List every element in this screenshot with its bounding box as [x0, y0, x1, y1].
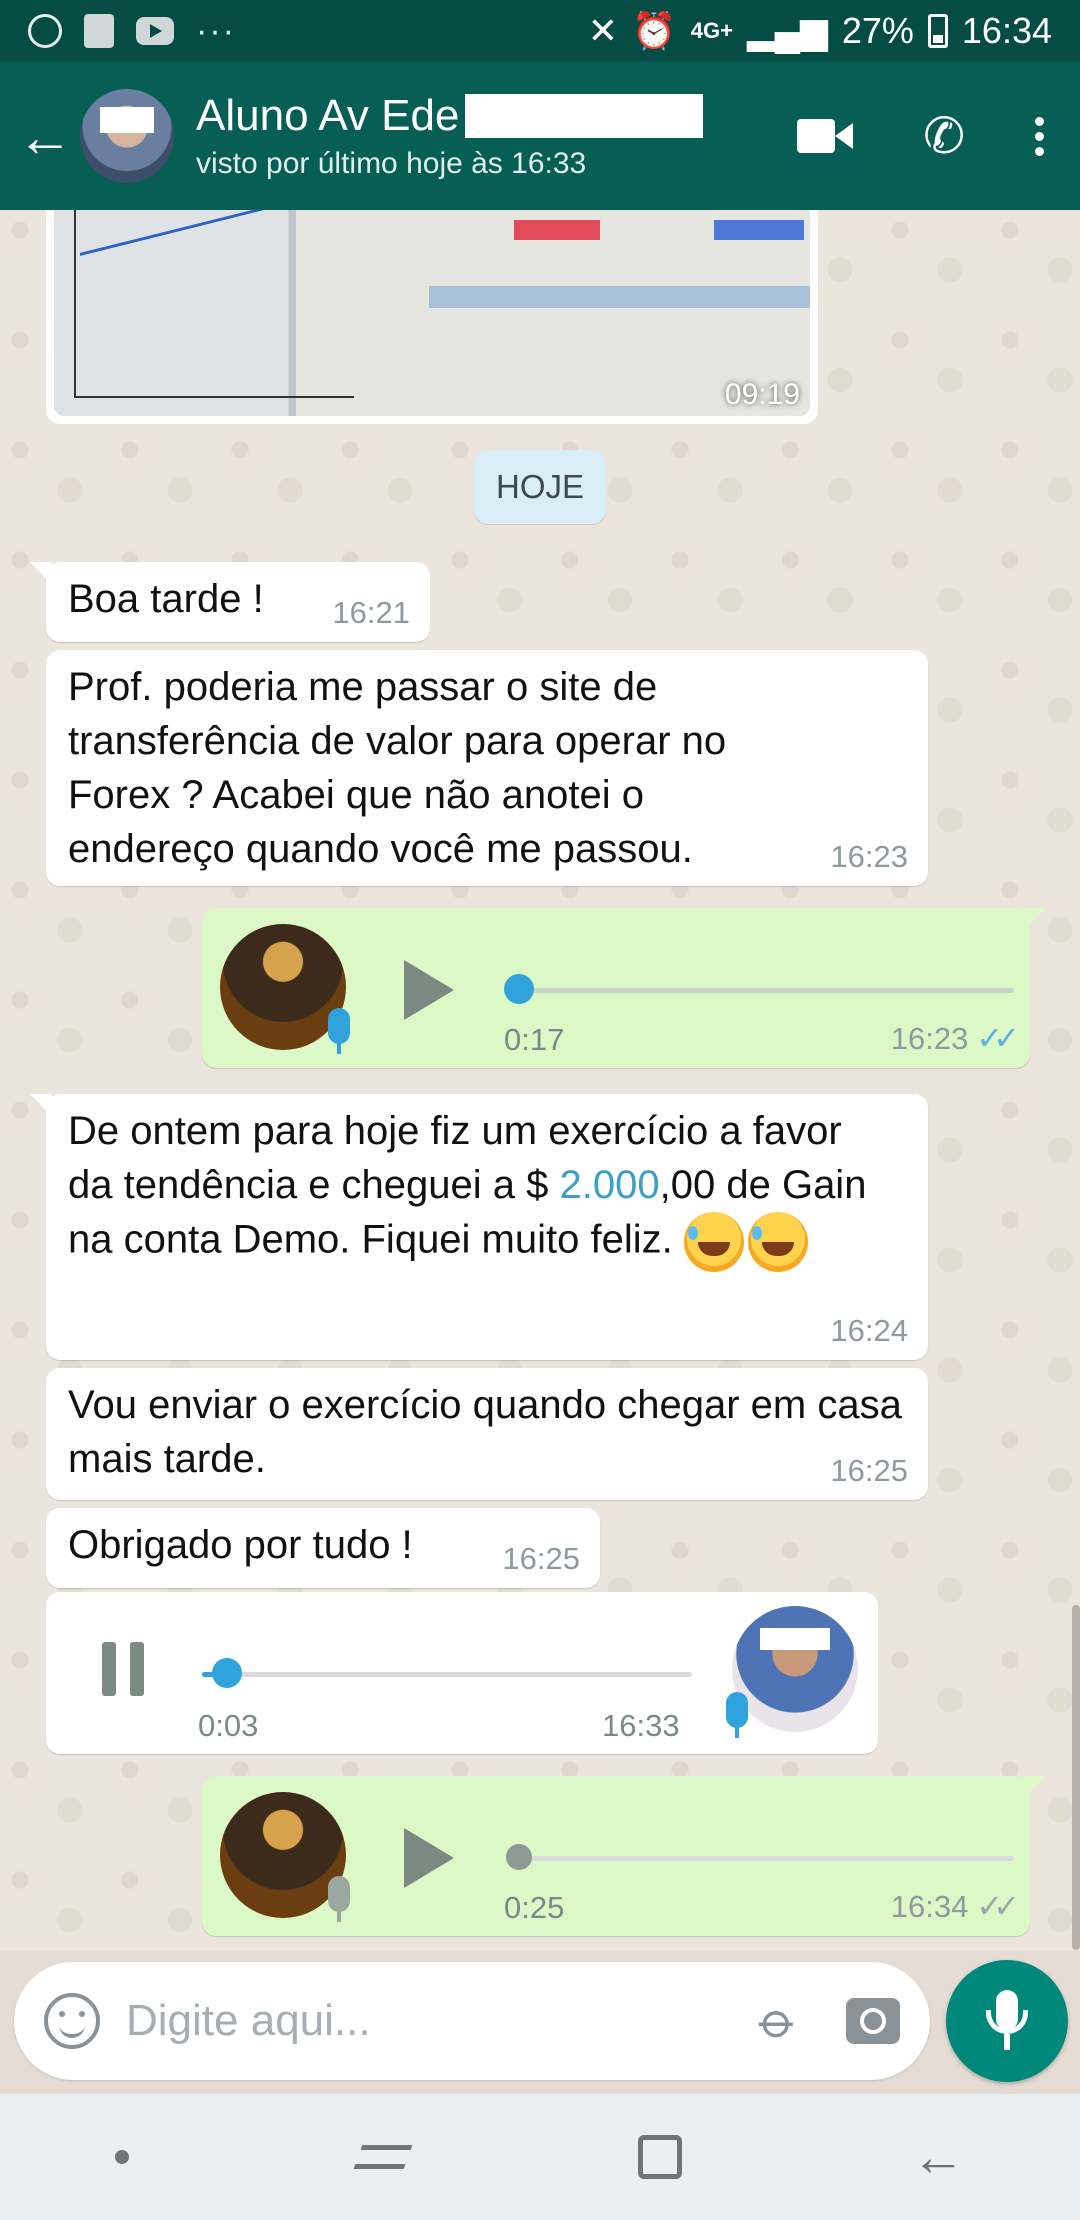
message-time: 09:19: [724, 378, 800, 411]
double-check-delivered-icon: ✓✓: [976, 1888, 1020, 1924]
voice-record-button[interactable]: [946, 1960, 1068, 2082]
voice-duration: 0:25: [504, 1890, 565, 1925]
incoming-message[interactable]: De ontem para hoje fiz um exercício a fa…: [30, 1094, 928, 1360]
contact-avatar[interactable]: [80, 89, 174, 183]
mute-icon: ✕: [587, 10, 618, 51]
message-time: 16:33: [602, 1708, 680, 1743]
battery-percent: 27%: [841, 10, 914, 51]
message-time: 16:34 ✓✓: [890, 1888, 1020, 1924]
audio-progress-track[interactable]: [202, 1672, 692, 1677]
chat-messages[interactable]: 09:19 HOJE Boa tarde ! 16:21 Prof. poder…: [0, 210, 1080, 1950]
audio-progress-knob[interactable]: [212, 1658, 242, 1688]
play-button[interactable]: [404, 1828, 454, 1888]
message-time: 16:21: [332, 595, 410, 630]
incoming-voice-message[interactable]: 0:03 16:33: [46, 1592, 878, 1754]
rofl-emoji-icon: [683, 1212, 744, 1272]
message-text: Prof. poderia me passar o site de transf…: [68, 665, 727, 871]
message-input[interactable]: Digite aqui...: [126, 1996, 764, 2046]
message-text: De ontem para hoje fiz um exercício a fa…: [46, 1094, 928, 1272]
clock: 16:34: [961, 10, 1052, 51]
message-time: 16:23: [830, 839, 908, 874]
home-icon[interactable]: [637, 2135, 682, 2179]
whatsapp-notification-icon: [28, 14, 62, 48]
sender-avatar: [732, 1606, 858, 1732]
back-arrow-icon[interactable]: ←: [10, 104, 80, 169]
link-text[interactable]: 2.000: [560, 1163, 660, 1207]
mic-icon: [726, 1692, 748, 1738]
audio-progress-knob[interactable]: [504, 974, 534, 1004]
message-time: 16:25: [502, 1541, 580, 1576]
message-time: 16:24: [830, 1313, 908, 1348]
double-check-read-icon: ✓✓: [976, 1020, 1020, 1056]
nav-back-icon[interactable]: ←: [911, 2126, 965, 2188]
incoming-message[interactable]: Obrigado por tudo ! 16:25: [46, 1508, 600, 1588]
more-notifications-icon: ···: [196, 11, 236, 50]
voice-call-icon[interactable]: ✆: [923, 111, 965, 161]
rofl-emoji-icon: [747, 1212, 808, 1272]
redaction-box: [465, 94, 704, 138]
alarm-icon: ⏰: [631, 10, 677, 51]
mic-icon: [328, 1008, 350, 1054]
youtube-notification-icon: [136, 17, 174, 45]
video-call-icon[interactable]: [797, 119, 854, 153]
play-button[interactable]: [404, 960, 454, 1020]
message-composer: Digite aqui... ⌀: [14, 1962, 930, 2080]
message-time: 16:25: [830, 1453, 908, 1488]
trading-screenshot-image: [54, 210, 810, 416]
pause-button[interactable]: [102, 1642, 144, 1696]
network-type: 4G+: [690, 18, 733, 43]
chat-header: ← Aluno Av Ede visto por último hoje às …: [0, 62, 1080, 210]
voice-duration: 0:17: [504, 1022, 565, 1057]
image-message[interactable]: 09:19: [46, 210, 818, 424]
battery-icon: [927, 14, 948, 48]
last-seen: visto por último hoje às 16:33: [196, 147, 587, 180]
incoming-message[interactable]: Prof. poderia me passar o site de transf…: [46, 650, 928, 886]
recent-apps-icon[interactable]: [353, 2145, 413, 2169]
emoji-icon[interactable]: [44, 1993, 100, 2049]
document-notification-icon: [84, 14, 114, 48]
audio-progress-track[interactable]: [520, 1856, 1014, 1861]
audio-progress-track[interactable]: [520, 988, 1014, 993]
date-divider: HOJE: [474, 450, 606, 524]
incoming-message[interactable]: Vou enviar o exercício quando chegar em …: [46, 1368, 928, 1500]
signal-icon: ▂▄▆: [746, 10, 828, 51]
nav-dot-icon[interactable]: [114, 2150, 129, 2164]
message-text: Vou enviar o exercício quando chegar em …: [68, 1383, 902, 1481]
contact-name: Aluno Av Ede: [196, 91, 797, 141]
system-nav-bar: ←: [0, 2094, 1080, 2220]
outgoing-voice-message[interactable]: 0:17 16:23 ✓✓: [202, 908, 1046, 1068]
voice-position: 0:03: [198, 1708, 259, 1743]
message-time: 16:23 ✓✓: [890, 1020, 1020, 1056]
incoming-message[interactable]: Boa tarde ! 16:21: [30, 562, 430, 642]
outgoing-voice-message[interactable]: 0:25 16:34 ✓✓: [202, 1776, 1046, 1936]
contact-info[interactable]: Aluno Av Ede visto por último hoje às 16…: [196, 91, 797, 181]
scrollbar[interactable]: [1072, 1605, 1080, 1950]
status-bar: ··· ✕ ⏰ 4G+ ▂▄▆ 27% 16:34: [0, 0, 1080, 62]
more-options-icon[interactable]: [1035, 116, 1044, 156]
audio-progress-knob[interactable]: [506, 1844, 532, 1870]
camera-icon[interactable]: [846, 1998, 900, 2044]
mic-icon: [328, 1876, 350, 1922]
